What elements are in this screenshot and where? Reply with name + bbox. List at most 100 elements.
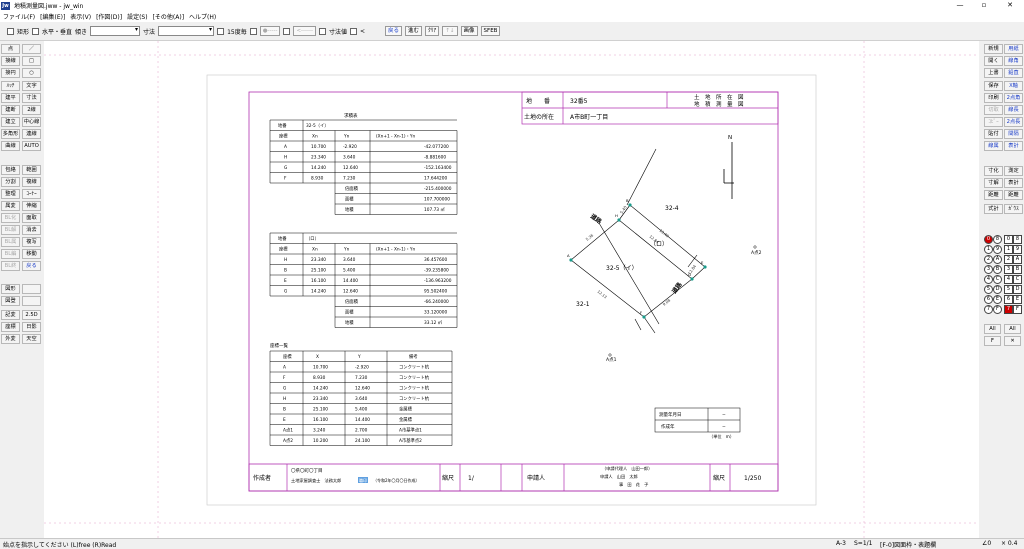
- lt-checkbox[interactable]: [349, 27, 357, 35]
- left-tool-4-0[interactable]: 建平: [1, 93, 20, 103]
- menu-edit[interactable]: [編集(E)]: [40, 12, 65, 21]
- layer-group-button-0[interactable]: 0: [1004, 235, 1013, 244]
- left-tool-12-1[interactable]: 伸縮: [22, 201, 41, 211]
- left-tool-1-1[interactable]: □: [22, 56, 41, 66]
- maximize-button[interactable]: ▫: [973, 0, 995, 11]
- layer-button-9[interactable]: 9: [993, 245, 1002, 254]
- minimize-button[interactable]: —: [949, 0, 971, 11]
- status-paper[interactable]: A-3: [836, 540, 846, 547]
- right-tool-0-0[interactable]: 新規: [984, 44, 1003, 54]
- left-tool-3-0[interactable]: ﾊｯﾁ: [1, 81, 20, 91]
- right-tool-6-1[interactable]: 2点長: [1004, 117, 1023, 127]
- layer-group-button-5[interactable]: 5: [1004, 285, 1013, 294]
- layer-button-5[interactable]: 5: [984, 285, 993, 294]
- redo-button[interactable]: 進む: [405, 26, 423, 36]
- sfeb-button[interactable]: SFEB: [480, 26, 501, 36]
- circle-seg-button[interactable]: ●-----: [259, 26, 281, 36]
- right-tool-5-0[interactable]: 切取: [984, 105, 1003, 115]
- layer-group-button-3[interactable]: 3: [1004, 265, 1013, 274]
- menu-draw[interactable]: [作図(D)]: [96, 12, 122, 21]
- drawing-canvas[interactable]: 地 番 32番5 土地の所在 A市B町一丁目 土 地 所 在 図 地 積 測 量…: [44, 41, 979, 538]
- layer-button-3[interactable]: 3: [984, 265, 993, 274]
- layer-group-button-F[interactable]: F: [1013, 305, 1022, 314]
- left-tool-22-0[interactable]: 外変: [1, 334, 20, 344]
- left-tool-8-0[interactable]: 曲線: [1, 141, 20, 151]
- layer-all-button[interactable]: All: [984, 324, 1001, 334]
- deg15-checkbox[interactable]: [217, 27, 225, 35]
- left-tool-18-0[interactable]: 図形: [1, 284, 20, 294]
- layer-button-4[interactable]: 4: [984, 275, 993, 284]
- left-tool-20-1[interactable]: 2.5D: [22, 310, 41, 320]
- layer-button-E[interactable]: E: [993, 295, 1002, 304]
- survey-point-F[interactable]: [642, 315, 646, 319]
- layer-group-button-D[interactable]: D: [1013, 285, 1022, 294]
- left-tool-1-0[interactable]: 接線: [1, 56, 20, 66]
- right-tool-2-0[interactable]: 上書: [984, 68, 1003, 78]
- right-tool-10-0[interactable]: 寸解: [984, 178, 1003, 188]
- dimvalue-checkbox[interactable]: [318, 27, 326, 35]
- right-tool-11-0[interactable]: 距離: [984, 190, 1003, 200]
- right-tool-12-1[interactable]: ｶﾞｳｽ: [1004, 204, 1023, 214]
- layer-button-D[interactable]: D: [993, 285, 1002, 294]
- layer-button-C[interactable]: C: [993, 275, 1002, 284]
- left-tool-14-0[interactable]: BL解: [1, 225, 20, 235]
- drawing-svg[interactable]: 地 番 32番5 土地の所在 A市B町一丁目 土 地 所 在 図 地 積 測 量…: [44, 41, 979, 538]
- layer-close-icon[interactable]: ✕: [1004, 336, 1021, 346]
- menu-view[interactable]: 表示(V): [70, 12, 91, 21]
- left-tool-17-1[interactable]: 戻る: [22, 261, 41, 271]
- left-tool-0-1[interactable]: ／: [22, 44, 41, 54]
- left-tool-5-0[interactable]: 建断: [1, 105, 20, 115]
- menu-help[interactable]: ヘルプ(H): [189, 12, 216, 21]
- layer-group-button-A[interactable]: A: [1013, 255, 1022, 264]
- right-tool-3-0[interactable]: 保存: [984, 81, 1003, 91]
- rect-checkbox[interactable]: [7, 27, 14, 35]
- layer-group-button-6[interactable]: 6: [1004, 295, 1013, 304]
- slope-select[interactable]: [90, 26, 141, 36]
- right-tool-5-1[interactable]: 線長: [1004, 105, 1023, 115]
- left-tool-21-1[interactable]: 日影: [22, 322, 41, 332]
- layer-group-button-1[interactable]: 1: [1004, 245, 1013, 254]
- right-tool-7-0[interactable]: 貼付: [984, 129, 1003, 139]
- left-tool-7-0[interactable]: 多角形: [1, 129, 20, 139]
- left-tool-13-1[interactable]: 面取: [22, 213, 41, 223]
- right-tool-1-1[interactable]: 線角: [1004, 56, 1023, 66]
- image-button[interactable]: 画像: [460, 26, 478, 36]
- layer-button-1[interactable]: 1: [984, 245, 993, 254]
- left-tool-9-0[interactable]: 包絡: [1, 165, 20, 175]
- left-tool-12-0[interactable]: 属変: [1, 201, 20, 211]
- right-tool-7-1[interactable]: 間隔: [1004, 129, 1023, 139]
- right-tool-11-1[interactable]: 距離: [1004, 190, 1023, 200]
- left-tool-22-1[interactable]: 天空: [22, 334, 41, 344]
- survey-point-H[interactable]: [617, 218, 621, 222]
- right-tool-0-1[interactable]: 用紙: [1004, 44, 1023, 54]
- menu-file[interactable]: ファイル(F): [3, 12, 35, 21]
- right-tool-2-1[interactable]: 鉛直: [1004, 68, 1023, 78]
- layer-button-8[interactable]: 8: [993, 235, 1002, 244]
- right-tool-12-0[interactable]: 式計: [984, 204, 1003, 214]
- left-tool-17-0[interactable]: BL終: [1, 261, 20, 271]
- layer-group-button-9[interactable]: 9: [1013, 245, 1022, 254]
- right-tool-10-1[interactable]: 表計: [1004, 178, 1023, 188]
- status-angle[interactable]: ∠0: [982, 540, 991, 547]
- left-tool-6-1[interactable]: 中心線: [22, 117, 41, 127]
- left-tool-11-0[interactable]: 整理: [1, 189, 20, 199]
- left-tool-10-0[interactable]: 分割: [1, 177, 20, 187]
- layer-group-button-7[interactable]: 7: [1004, 305, 1013, 314]
- left-tool-10-1[interactable]: 複線: [22, 177, 41, 187]
- right-tool-1-0[interactable]: 開く: [984, 56, 1003, 66]
- survey-point-E[interactable]: [703, 265, 707, 269]
- right-tool-8-0[interactable]: 線属: [984, 141, 1003, 151]
- right-tool-4-0[interactable]: 印刷: [984, 93, 1003, 103]
- layer-group-all-button[interactable]: All: [1004, 324, 1021, 334]
- left-tool-11-1[interactable]: ｺｰﾅｰ: [22, 189, 41, 199]
- layer-group-button-B[interactable]: B: [1013, 265, 1022, 274]
- left-tool-5-1[interactable]: 2線: [22, 105, 41, 115]
- layer-button-F[interactable]: F: [993, 305, 1002, 314]
- left-tool-20-0[interactable]: 記変: [1, 310, 20, 320]
- left-tool-0-0[interactable]: 点: [1, 44, 20, 54]
- layer-button-2[interactable]: 2: [984, 255, 993, 264]
- layer-group-button-4[interactable]: 4: [1004, 275, 1013, 284]
- menu-settings[interactable]: 設定(S): [127, 12, 148, 21]
- right-tool-9-0[interactable]: 寸化: [984, 166, 1003, 176]
- right-tool-8-1[interactable]: 表計: [1004, 141, 1023, 151]
